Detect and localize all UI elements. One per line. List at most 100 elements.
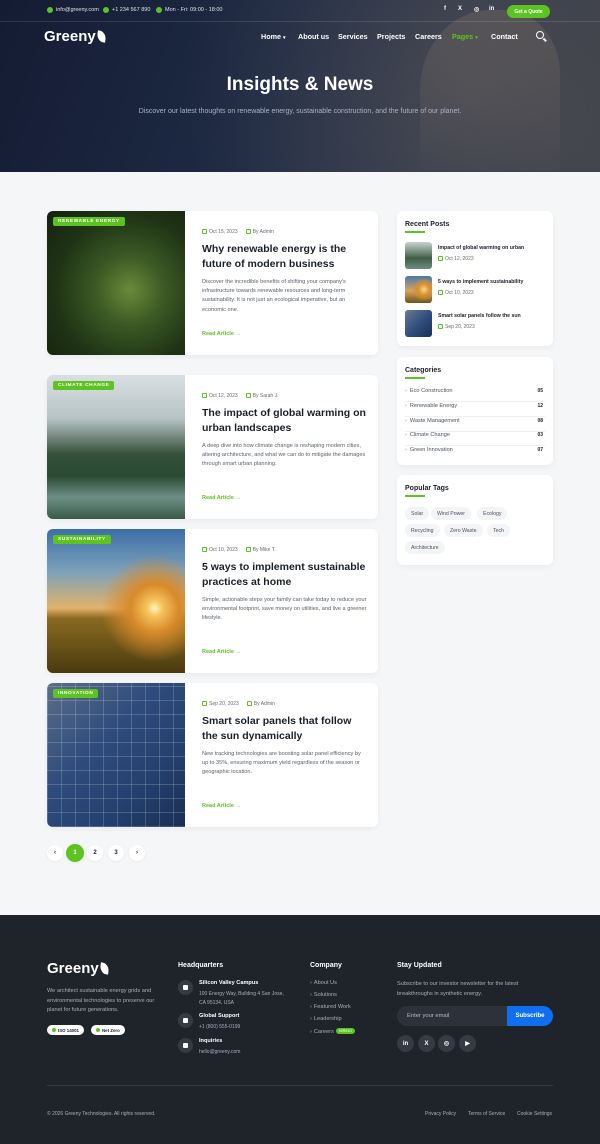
chevron-down-icon: ▾ — [282, 35, 286, 41]
category-tag[interactable]: RENEWABLE ENERGY — [53, 217, 125, 226]
read-label: Read Article — [202, 331, 234, 337]
pagination-page-2[interactable]: 2 — [87, 845, 103, 861]
post-title[interactable]: Why renewable energy is the future of mo… — [202, 242, 367, 271]
terms-link[interactable]: Terms of Service — [468, 1111, 505, 1117]
author-text: By Admin — [252, 229, 274, 235]
post-card[interactable]: SUSTAINABILITY Oct 10, 2023 By Mike T. 5 … — [47, 529, 378, 673]
tag-tech[interactable]: Tech — [487, 524, 510, 537]
post-title[interactable]: The impact of global warming on urban la… — [202, 406, 367, 435]
iso-badge: ISO 14001 — [47, 1025, 84, 1035]
read-article-link[interactable]: Read Article → — [202, 495, 241, 501]
recent-post-item[interactable]: Smart solar panels follow the sun Sep 20… — [405, 310, 545, 338]
top-bar: info@greeny.com +1 234 567 890 Mon - Fri… — [0, 0, 600, 22]
privacy-policy-link[interactable]: Privacy Policy — [425, 1111, 456, 1117]
recent-post-title[interactable]: 5 ways to implement sustainability — [438, 279, 543, 285]
get-quote-button[interactable]: Get a Quote — [507, 5, 550, 18]
pagination-next[interactable]: › — [129, 845, 145, 861]
chevron-right-icon: › — [310, 980, 312, 986]
category-count: 05 — [537, 388, 543, 394]
category-tag[interactable]: SUSTAINABILITY — [53, 535, 111, 544]
inquiries-title: Inquiries — [199, 1038, 223, 1044]
footer-link-about[interactable]: › About Us — [310, 980, 337, 986]
nav-services[interactable]: Services — [338, 32, 368, 41]
category-item[interactable]: › Waste Management 08 — [405, 418, 545, 432]
support-phone: +1 (800) 555-0199 — [199, 1024, 241, 1030]
chevron-right-icon: › — [310, 1004, 312, 1010]
site-logo[interactable]: Greeny — [44, 28, 107, 45]
x-icon[interactable]: X — [458, 6, 462, 12]
tag-zero-waste[interactable]: Zero Waste — [444, 524, 483, 537]
user-icon — [245, 393, 251, 398]
title-underline — [405, 231, 425, 233]
headquarters-heading: Headquarters — [178, 962, 224, 969]
category-tag[interactable]: INNOVATION — [53, 689, 99, 698]
arrow-right-icon: → — [235, 803, 241, 809]
page-subtitle: Discover our latest thoughts on renewabl… — [138, 108, 462, 115]
post-excerpt: A deep dive into how climate change is r… — [202, 443, 366, 468]
footer-link-featured-work[interactable]: › Featured Work — [310, 1004, 351, 1010]
nav-contact[interactable]: Contact — [491, 32, 518, 41]
instagram-icon[interactable]: ◎ — [474, 6, 479, 13]
linkedin-icon[interactable]: in — [489, 6, 494, 12]
tag-recycling[interactable]: Recycling — [405, 524, 440, 537]
category-item[interactable]: › Green Innovation 07 — [405, 447, 545, 461]
post-meta: Sep 20, 2023 By Admin — [202, 701, 275, 707]
read-article-link[interactable]: Read Article → — [202, 649, 241, 655]
post-title[interactable]: Smart solar panels that follow the sun d… — [202, 714, 367, 743]
recent-post-title[interactable]: Smart solar panels follow the sun — [438, 313, 543, 319]
pagination-page-1[interactable]: 1 — [66, 844, 84, 862]
category-item[interactable]: › Renewable Energy 12 — [405, 403, 545, 417]
read-label: Read Article — [202, 495, 234, 501]
recent-post-item[interactable]: Impact of global warming on urban Oct 12… — [405, 242, 545, 270]
email-text: info@greeny.com — [56, 7, 99, 13]
post-card[interactable]: INNOVATION Sep 20, 2023 By Admin Smart so… — [47, 683, 378, 827]
youtube-icon[interactable]: ▶ — [459, 1035, 476, 1052]
footer-link-careers[interactable]: › Careers HIRING — [310, 1028, 356, 1035]
link-label: Featured Work — [313, 1004, 351, 1010]
arrow-right-icon: → — [235, 649, 241, 655]
tag-ecology[interactable]: Ecology — [477, 507, 508, 520]
pagination-prev[interactable]: ‹ — [47, 845, 63, 861]
category-item[interactable]: › Eco Construction 05 — [405, 388, 545, 402]
subscribe-button[interactable]: Subscribe — [507, 1006, 553, 1026]
address-detail: 100 Energy Way, Building 4 San Jose, CA … — [199, 991, 284, 1006]
support-title: Global Support — [199, 1013, 240, 1019]
newsletter-email-input[interactable] — [397, 1006, 507, 1026]
footer-link-solutions[interactable]: › Solutions — [310, 992, 337, 998]
instagram-icon[interactable]: ◎ — [438, 1035, 455, 1052]
tag-architecture[interactable]: Architecture — [405, 541, 445, 554]
category-tag[interactable]: CLIMATE CHANGE — [53, 381, 115, 390]
x-icon[interactable]: X — [418, 1035, 435, 1052]
facebook-icon[interactable]: f — [444, 6, 446, 12]
category-count: 12 — [537, 403, 543, 409]
tag-solar[interactable]: Solar — [405, 507, 430, 520]
nav-about[interactable]: About us — [298, 32, 329, 41]
recent-post-item[interactable]: 5 ways to implement sustainability Oct 1… — [405, 276, 545, 304]
chevron-right-icon: › — [405, 447, 407, 453]
footer-logo[interactable]: Greeny — [47, 960, 110, 977]
tag-wind-power[interactable]: Wind Power — [431, 507, 471, 520]
read-article-link[interactable]: Read Article → — [202, 331, 241, 337]
calendar-icon — [438, 290, 443, 295]
linkedin-icon[interactable]: in — [397, 1035, 414, 1052]
pagination-page-3[interactable]: 3 — [108, 845, 124, 861]
cookie-settings-link[interactable]: Cookie Settings — [517, 1111, 552, 1117]
nav-projects[interactable]: Projects — [377, 32, 405, 41]
phone-contact[interactable]: +1 234 567 890 — [103, 7, 150, 13]
recent-post-title[interactable]: Impact of global warming on urban — [438, 245, 543, 251]
post-card[interactable]: CLIMATE CHANGE Oct 12, 2023 By Sarah J. T… — [47, 375, 378, 519]
post-title[interactable]: 5 ways to implement sustainable practice… — [202, 560, 367, 589]
post-card[interactable]: RENEWABLE ENERGY Oct 15, 2023 By Admin Wh… — [47, 211, 378, 355]
search-icon[interactable] — [536, 31, 544, 39]
nav-home[interactable]: Home ▾ — [261, 32, 286, 41]
user-icon — [245, 547, 251, 552]
logo-text: Greeny — [44, 28, 96, 45]
footer-link-leadership[interactable]: › Leadership — [310, 1016, 342, 1022]
category-item[interactable]: › Climate Change 03 — [405, 432, 545, 446]
read-article-link[interactable]: Read Article → — [202, 803, 241, 809]
email-contact[interactable]: info@greeny.com — [47, 7, 99, 13]
read-label: Read Article — [202, 649, 234, 655]
nav-pages[interactable]: Pages ▾ — [452, 32, 478, 41]
nav-careers[interactable]: Careers — [415, 32, 442, 41]
logo-text: Greeny — [47, 960, 99, 977]
